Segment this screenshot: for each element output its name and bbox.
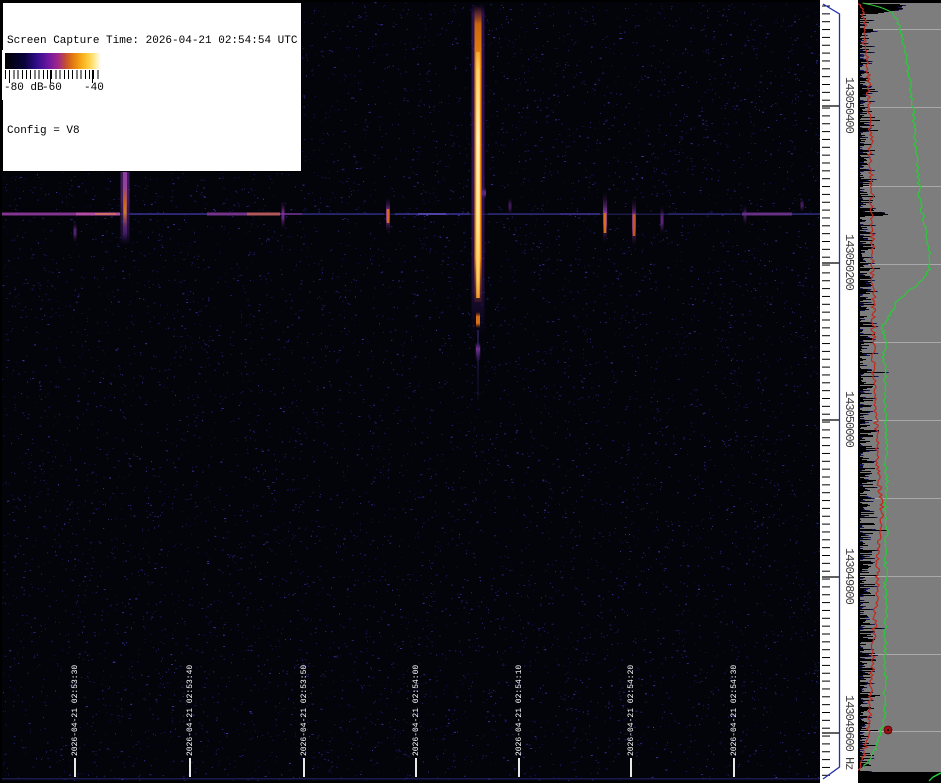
time-tick xyxy=(733,758,735,777)
time-tick xyxy=(303,758,305,777)
db-color-scale-legend: -80 dB -60 -40 xyxy=(2,50,104,100)
db-label-minus80: -80 dB xyxy=(4,82,44,94)
time-tick xyxy=(415,758,417,777)
db-long-tick xyxy=(9,70,10,83)
db-long-tick xyxy=(50,70,51,83)
time-label: 2026-04-21 02:54:00 xyxy=(412,665,421,756)
db-label-minus40: -40 xyxy=(84,82,104,94)
time-tick xyxy=(189,758,191,777)
freq-label: 143049800 xyxy=(842,548,856,604)
time-tick xyxy=(74,758,76,777)
freq-label: 143050200 xyxy=(842,234,856,290)
time-label: 2026-04-21 02:54:10 xyxy=(515,665,524,756)
db-long-tick xyxy=(92,70,93,83)
db-scale-ticks xyxy=(5,70,101,79)
spectrogram-app-window: 2026-04-21 02:53:30 2026-04-21 02:53:40 20… xyxy=(0,0,941,783)
time-label: 2026-04-21 02:53:30 xyxy=(71,665,80,756)
capture-time-text: Screen Capture Time: 2026-04-21 02:54:54… xyxy=(7,34,297,49)
config-text: Config = V8 xyxy=(7,124,297,139)
time-label: 2026-04-21 02:53:40 xyxy=(186,665,195,756)
time-tick xyxy=(630,758,632,777)
freq-label: 143050000 xyxy=(842,391,856,447)
freq-label: 143049600 Hz xyxy=(842,695,856,769)
db-gradient-bar xyxy=(5,53,101,69)
time-tick xyxy=(518,758,520,777)
freq-label: 143050400 xyxy=(842,77,856,133)
time-label: 2026-04-21 02:53:50 xyxy=(300,665,309,756)
db-label-minus60: -60 xyxy=(42,82,62,94)
spectrum-panel xyxy=(858,0,941,783)
time-label: 2026-04-21 02:54:20 xyxy=(627,665,636,756)
frequency-scale[interactable]: 143050400 143050200 143050000 143049800 1430… xyxy=(820,0,858,783)
time-label: 2026-04-21 02:54:30 xyxy=(730,665,739,756)
